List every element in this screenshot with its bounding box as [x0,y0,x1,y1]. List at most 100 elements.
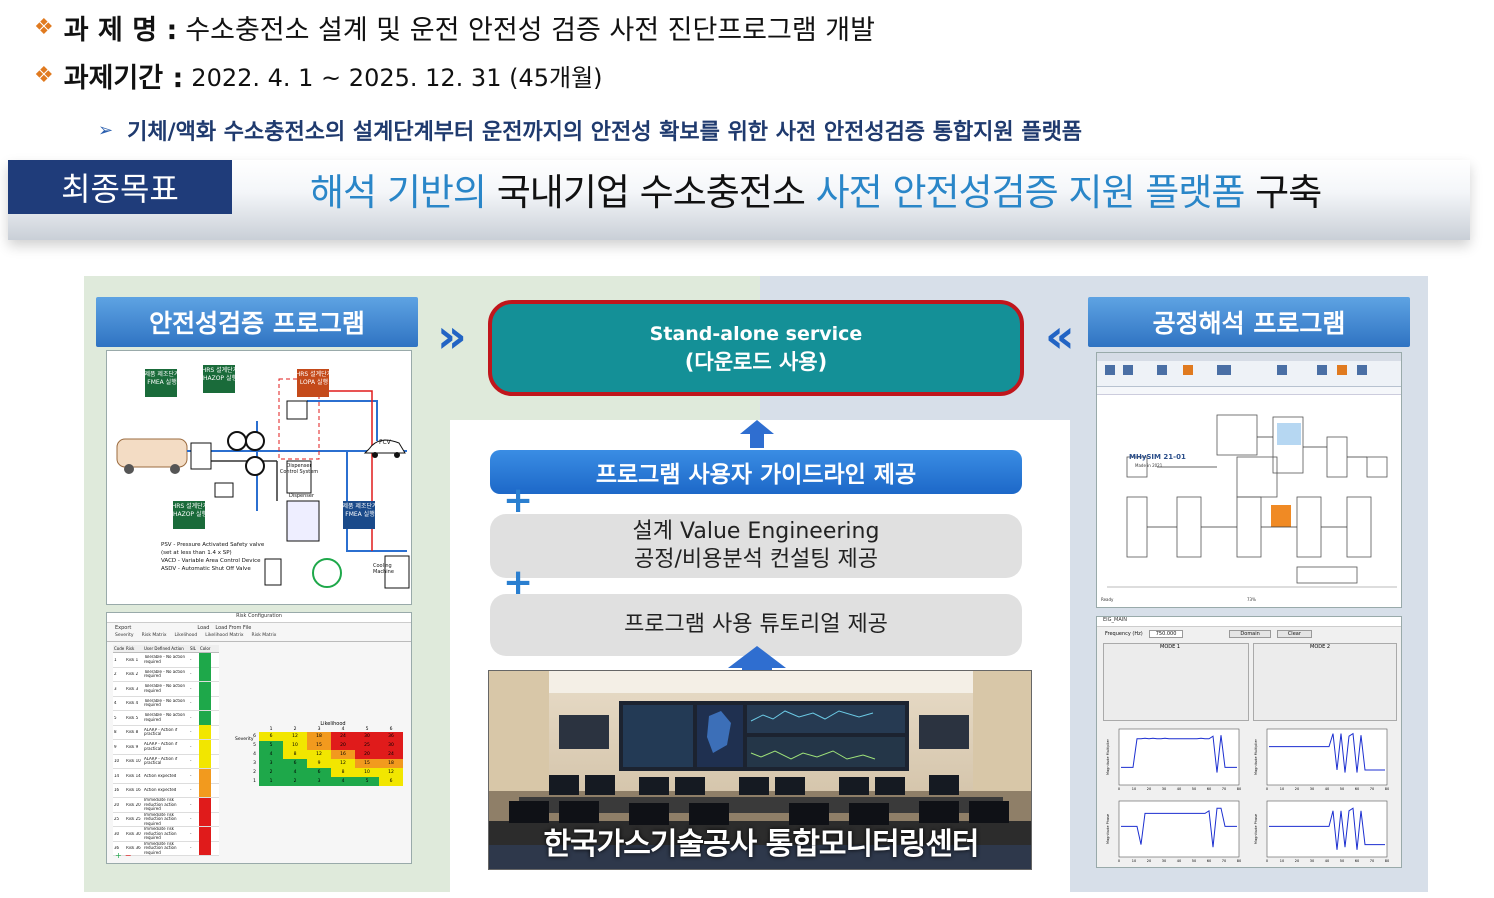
matrix-cell[interactable]: 4 [331,777,355,786]
matrix-cell[interactable]: 36 [379,732,403,741]
diagram-label-cooling: Cooling Machine [373,563,394,575]
risk-cell: 4 [114,701,117,705]
matrix-cell[interactable]: 9 [307,759,331,768]
plot-x-tick: 30 [1162,859,1166,863]
matrix-cell[interactable]: 18 [379,759,403,768]
matrix-cell[interactable]: 15 [307,741,331,750]
matrix-cell[interactable]: 4 [259,750,283,759]
risk-export-button[interactable]: Export [115,625,131,631]
risk-color-cell [199,797,211,812]
plot-x-tick: 20 [1295,859,1299,863]
risk-table-row[interactable]: 14 Risk 14 Action expected - [113,768,219,784]
plot-x-tick: 60 [1207,787,1211,791]
risk-tabs: Severity Risk Matrix Likelihood Likeliho… [107,633,411,642]
matrix-row: 2 2 4 6 8 10 12 [239,768,407,777]
risk-cell: - [190,831,192,836]
risk-tab[interactable]: Risk Matrix [142,633,167,641]
risk-table-row[interactable]: 16 Risk 16 Action expected - [113,783,219,798]
mode2-label: MODE 2 [1310,644,1331,650]
matrix-cell[interactable]: 2 [259,768,283,777]
risk-cell: Immediate risk reduction action required [144,827,177,840]
matrix-cell[interactable]: 15 [355,759,379,768]
plot-x-tick: 20 [1147,787,1151,791]
risk-cell: Immediate risk reduction action required [144,841,177,855]
matrix-cell[interactable]: 12 [283,732,307,741]
legend-line: (set at less than 1.4 x SP) [161,550,232,556]
risk-tab[interactable]: Likelihood [175,633,198,641]
risk-table-row[interactable]: 1 Risk 1 Tolerable - No action required - [113,652,219,668]
matrix-cell[interactable]: 18 [307,732,331,741]
matrix-cell[interactable]: 8 [331,768,355,777]
add-icon[interactable]: + [115,851,122,861]
matrix-cell[interactable]: 8 [283,750,307,759]
value-line2: 공정/비용분석 컨설팅 제공 [633,547,879,572]
matrix-cell[interactable]: 20 [331,741,355,750]
matrix-cell[interactable]: 30 [355,732,379,741]
clear-button[interactable]: Clear [1276,630,1312,638]
risk-tab[interactable]: Severity [115,633,134,641]
matrix-cell[interactable]: 24 [379,750,403,759]
matrix-cell[interactable]: 12 [331,759,355,768]
process-sim-screenshot: MHySIM 21-01 Made in 2021 Ready 73% [1096,352,1402,608]
plot-x-tick: 40 [1177,787,1181,791]
matrix-cell[interactable]: 6 [307,768,331,777]
risk-table-row[interactable]: 2 Risk 2 Tolerable - No action required - [113,667,219,682]
matrix-cell[interactable]: 3 [307,777,331,786]
frequency-input[interactable]: 750.000 [1148,630,1184,638]
matrix-cell[interactable]: 12 [307,750,331,759]
matrix-cell[interactable]: 6 [379,777,403,786]
risk-table-row[interactable]: 5 Risk 5 Tolerable - No action required - [113,710,219,726]
mode1-label: MODE 1 [1160,644,1181,650]
arrow-bullet-icon: ➢ [98,119,114,141]
matrix-row: 6 6 12 18 24 30 36 [239,732,407,741]
risk-table-row[interactable]: 20 Risk 20 Immediate risk reduction action… [113,797,219,813]
risk-table-row[interactable]: 8 Risk 8 ALARP - Action if practical - [113,725,219,740]
matrix-cell[interactable]: 6 [259,732,283,741]
plot-axes-box [1266,728,1388,786]
diagram-box-5: 제품 제조단계 FMEA 실행 [342,503,378,518]
risk-cell: Risk 30 [126,831,141,836]
matrix-cell[interactable]: 1 [259,777,283,786]
risk-cell: - [190,817,192,821]
matrix-cell[interactable]: 25 [355,741,379,750]
risk-table-row[interactable]: 4 Risk 4 Tolerable - No action required - [113,696,219,711]
sim-zoom: 73% [1247,597,1256,602]
domain-button[interactable]: Domain [1229,630,1271,638]
risk-cell: Tolerable - No action required [144,684,185,693]
risk-cell: Tolerable - No action required [144,655,185,664]
matrix-cell[interactable]: 4 [283,768,307,777]
matrix-cell[interactable]: 5 [355,777,379,786]
plot-x-tick: 50 [1192,787,1196,791]
risk-tab[interactable]: Risk Matrix [252,633,277,641]
risk-load-button[interactable]: Load [197,625,209,631]
matrix-cell[interactable]: 24 [331,732,355,741]
service-line2: (다운로드 사용) [684,350,828,374]
sim-toolbar [1097,353,1401,387]
goal-label: 최종목표 [61,170,179,208]
risk-table-row[interactable]: 30 Risk 30 Immediate risk reduction action… [113,826,219,842]
risk-cell: - [190,744,192,749]
project-period-row: ❖ 과제기간 : 2022. 4. 1 ~ 2025. 12. 31 (45개월… [34,56,603,95]
project-name-row: ❖ 과 제 명 : 수소충전소 설계 및 운전 안전성 검증 사전 진단프로그램… [34,8,875,47]
matrix-cell[interactable]: 12 [379,768,403,777]
matrix-cell[interactable]: 6 [283,759,307,768]
matrix-cell[interactable]: 10 [355,768,379,777]
risk-table-row[interactable]: 9 Risk 9 ALARP - Action if practical - [113,739,219,755]
risk-cell: ALARP - Action if practical [144,756,178,766]
matrix-cell[interactable]: 10 [283,741,307,750]
matrix-cell[interactable]: 30 [379,741,403,750]
risk-tab[interactable]: Likelihood Matrix [205,633,243,641]
risk-table-row[interactable]: 25 Risk 25 Immediate risk reduction action… [113,812,219,827]
risk-table-row[interactable]: 10 Risk 10 ALARP - Action if practical - [113,754,219,769]
matrix-cell[interactable]: 20 [355,750,379,759]
risk-table-row[interactable]: 3 Risk 3 Tolerable - No action required - [113,681,219,697]
plot-x-tick: 70 [1222,859,1226,863]
matrix-row: 5 5 10 15 20 25 30 [239,741,407,750]
matrix-cell[interactable]: 2 [283,777,307,786]
matrix-cell[interactable]: 5 [259,741,283,750]
risk-loadfile-button[interactable]: Load From File [215,625,251,631]
risk-cell: - [190,686,192,691]
remove-icon[interactable]: − [125,851,132,861]
matrix-cell[interactable]: 3 [259,759,283,768]
matrix-cell[interactable]: 16 [331,750,355,759]
